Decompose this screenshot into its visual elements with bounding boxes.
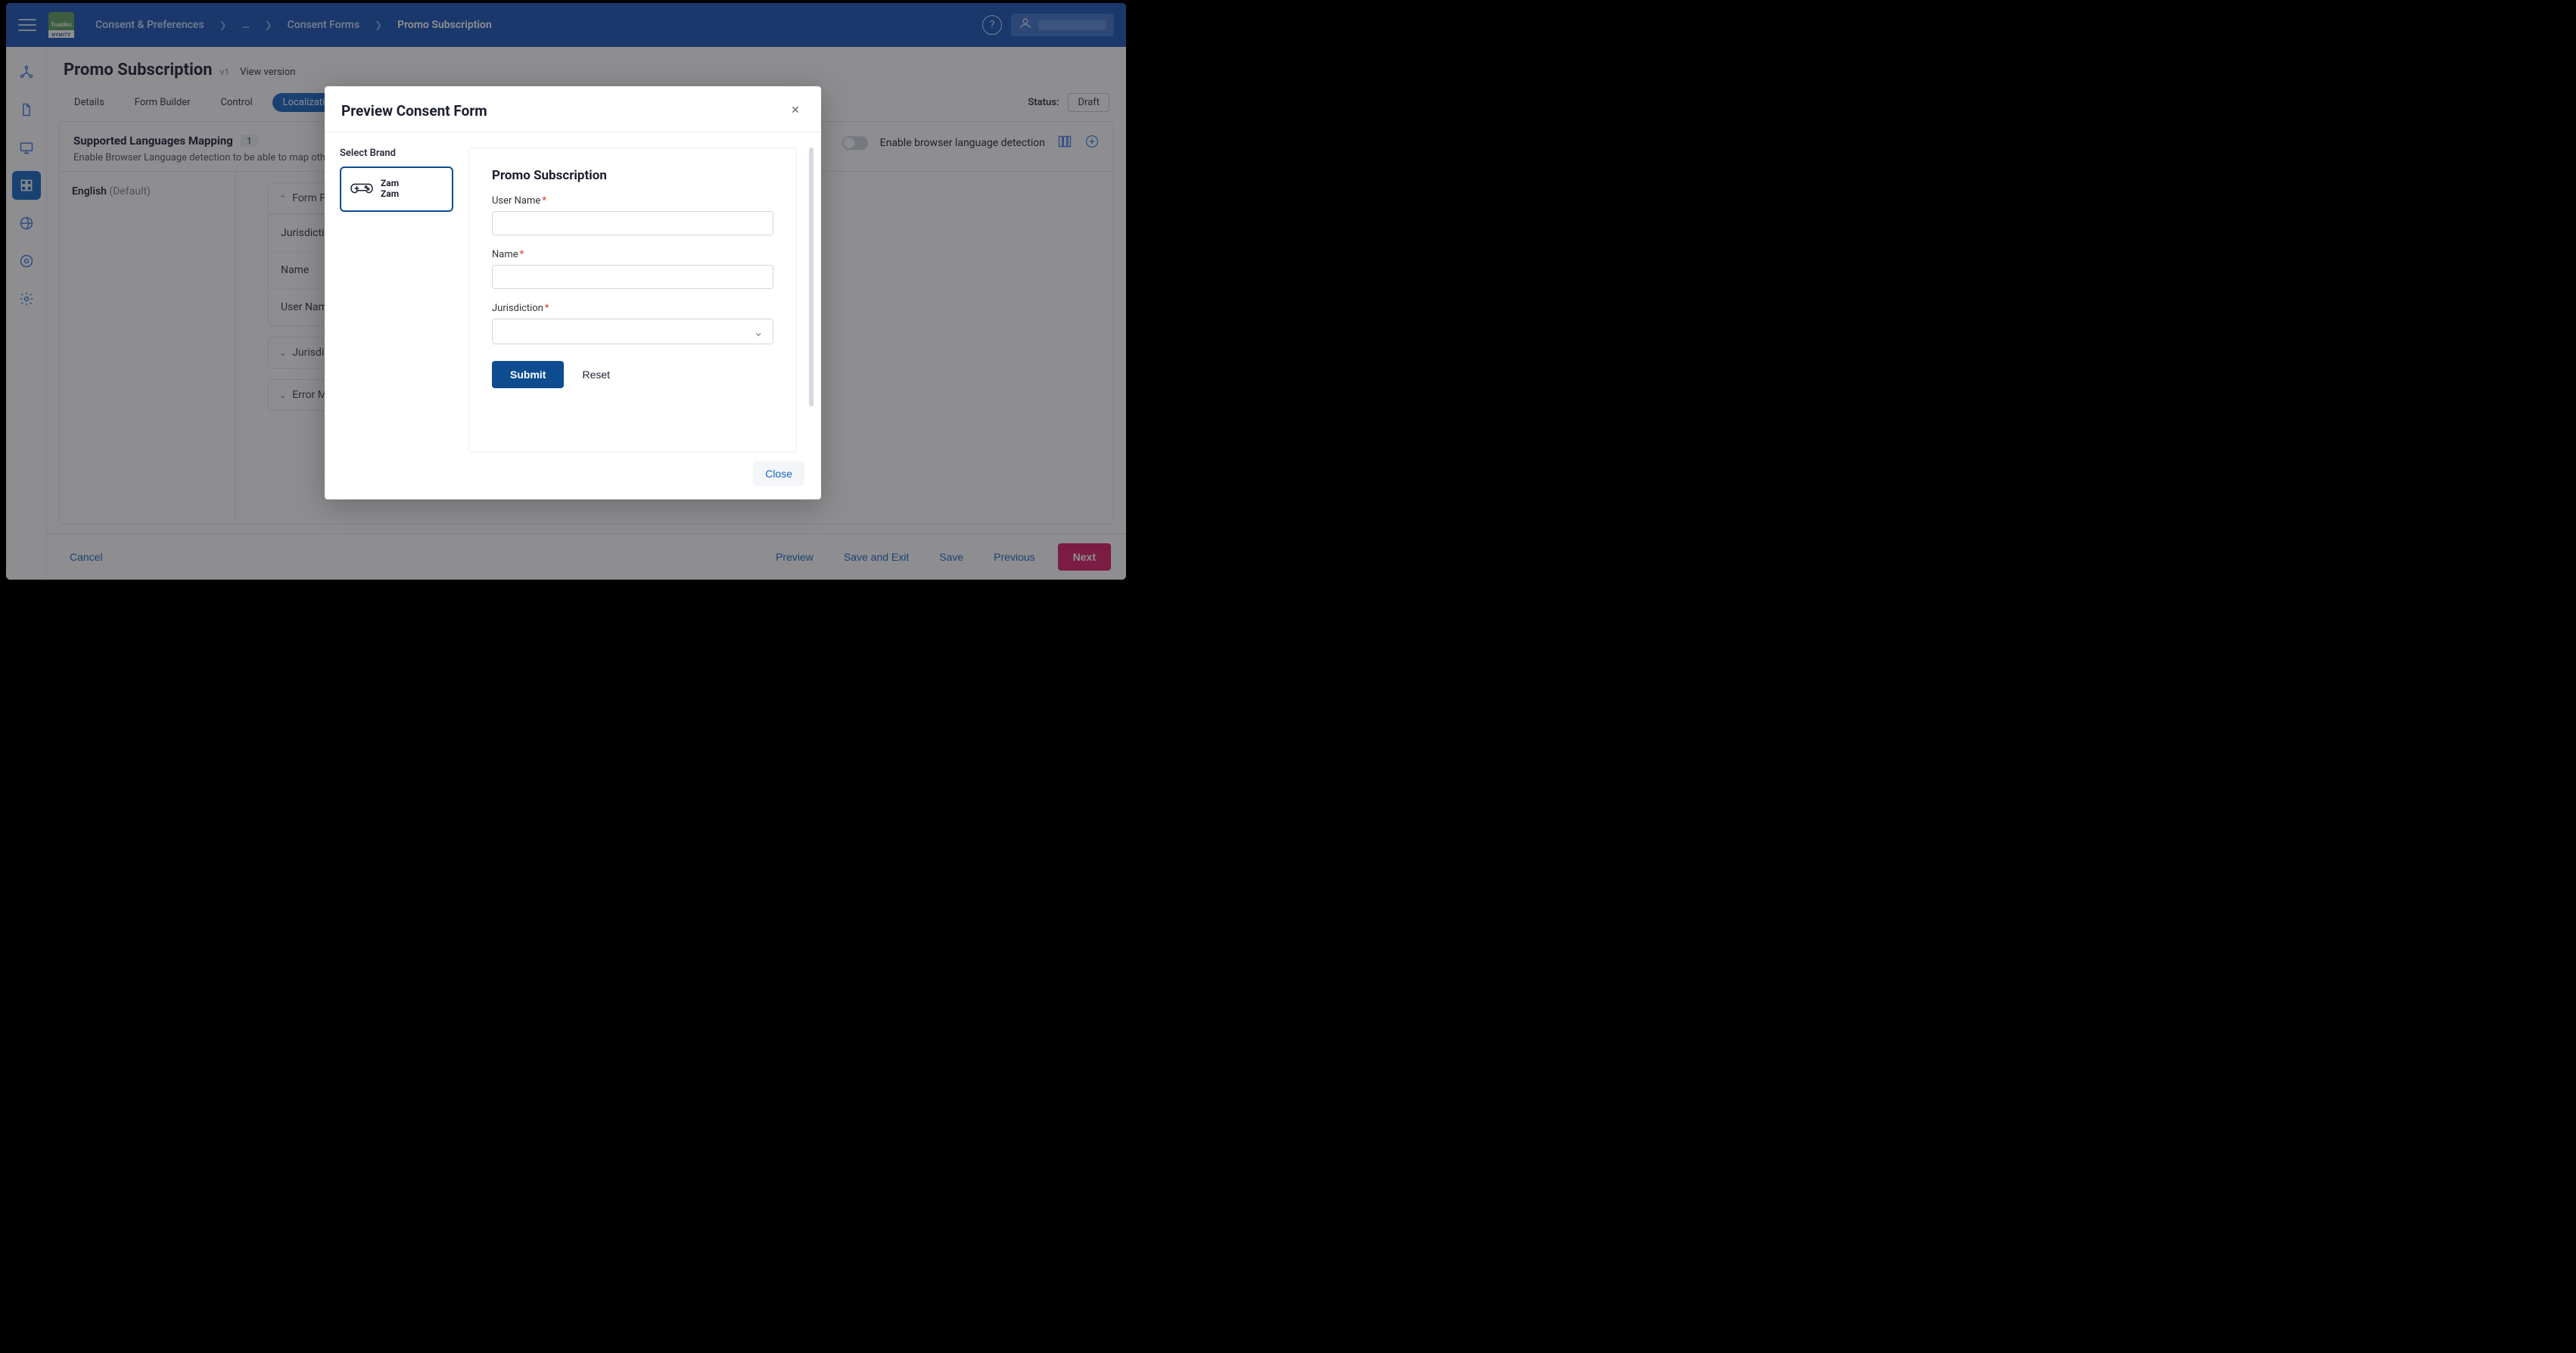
preview-consent-form-modal: Preview Consent Form ✕ Select Brand Zam …	[325, 86, 821, 499]
label-jurisdiction: Jurisdiction*	[492, 303, 773, 314]
label-user-name-text: User Name	[492, 195, 540, 207]
form-actions: Submit Reset	[492, 361, 773, 388]
label-name-text: Name	[492, 249, 518, 260]
submit-button[interactable]: Submit	[492, 361, 564, 388]
brand-name: Zam Zam	[381, 179, 399, 200]
required-asterisk: *	[520, 249, 524, 260]
brand-name-line1: Zam	[381, 178, 399, 188]
close-button[interactable]: Close	[753, 462, 804, 486]
scrollbar-thumb[interactable]	[809, 148, 814, 406]
app-frame: TrustArc NYMITY Consent & Preferences ❯ …	[6, 3, 1126, 580]
modal-footer: Close	[325, 453, 821, 499]
brand-card-zam-zam[interactable]: Zam Zam	[340, 166, 453, 212]
required-asterisk: *	[542, 195, 546, 207]
preview-form-title: Promo Subscription	[492, 168, 773, 183]
chevron-down-icon: ⌄	[754, 325, 764, 339]
modal-close-icon[interactable]: ✕	[786, 101, 804, 120]
input-user-name[interactable]	[492, 211, 773, 235]
label-user-name: User Name*	[492, 195, 773, 207]
modal-scrollbar[interactable]	[809, 148, 814, 453]
field-name: Name*	[492, 249, 773, 289]
brand-name-line2: Zam	[381, 188, 399, 199]
preview-form: Promo Subscription User Name* Name* Jur	[468, 148, 797, 453]
gamepad-icon	[350, 179, 373, 199]
field-jurisdiction: Jurisdiction* ⌄	[492, 303, 773, 344]
select-brand-label: Select Brand	[340, 148, 453, 159]
label-name: Name*	[492, 249, 773, 260]
field-user-name: User Name*	[492, 195, 773, 235]
required-asterisk: *	[545, 303, 549, 314]
modal-title: Preview Consent Form	[341, 102, 487, 120]
modal-header: Preview Consent Form ✕	[325, 86, 821, 132]
label-jurisdiction-text: Jurisdiction	[492, 303, 543, 314]
modal-body: Select Brand Zam Zam Promo Subscript	[325, 132, 821, 453]
input-name[interactable]	[492, 265, 773, 289]
reset-button[interactable]: Reset	[582, 369, 610, 381]
select-jurisdiction[interactable]: ⌄	[492, 319, 773, 344]
brand-column: Select Brand Zam Zam	[340, 148, 453, 453]
